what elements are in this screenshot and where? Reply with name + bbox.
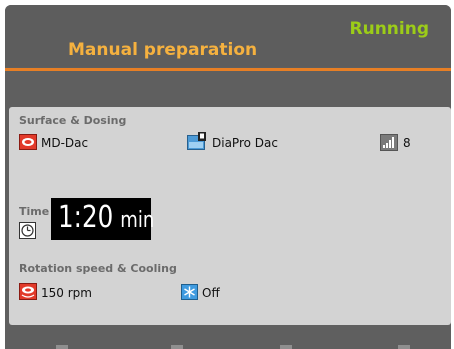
status-text: Running [349,19,430,39]
surface-dosing-label: Surface & Dosing [19,114,127,127]
softkey-tabs [5,345,451,349]
header-bar: Running Manual preparation [5,5,451,67]
softkey-tab[interactable] [56,345,68,349]
dosing-bottle-icon[interactable] [187,132,207,150]
clock-icon [19,222,36,239]
dosing-level-value[interactable]: 8 [403,136,411,150]
polishing-cloth-icon[interactable] [19,134,37,150]
time-readout[interactable]: 1:20 min [58,200,154,235]
softkey-tab[interactable] [398,345,410,349]
signal-level-icon[interactable] [380,134,398,151]
softkey-tab[interactable] [171,345,183,349]
time-value: 1:20 [58,200,114,235]
header-divider [5,68,451,71]
rotating-disc-icon[interactable] [19,283,37,300]
rotation-cooling-label: Rotation speed & Cooling [19,262,177,275]
surface-value[interactable]: MD-Dac [41,136,88,150]
rotation-speed-value[interactable]: 150 rpm [41,286,92,300]
snowflake-icon[interactable] [181,284,198,300]
softkey-tab[interactable] [280,345,292,349]
time-label: Time [19,205,50,218]
page-title: Manual preparation [68,40,258,60]
time-unit: min [120,208,155,233]
suspension-value[interactable]: DiaPro Dac [212,136,278,150]
cooling-value[interactable]: Off [202,286,220,300]
